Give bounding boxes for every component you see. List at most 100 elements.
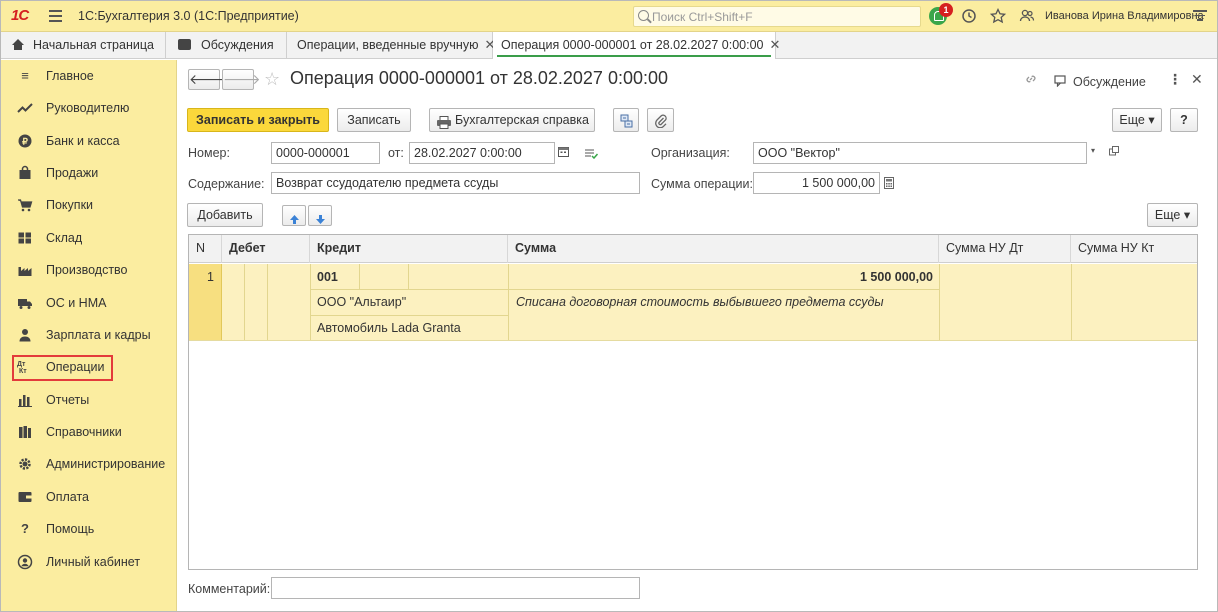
- chat-icon: [178, 39, 191, 50]
- table-more-button[interactable]: Еще ▾: [1147, 203, 1198, 227]
- sidebar-item-fixed-assets[interactable]: ОС и НМА: [1, 291, 177, 315]
- column-header-amount[interactable]: Сумма: [508, 235, 939, 263]
- app-logo[interactable]: 1С: [11, 7, 29, 24]
- calendar-icon[interactable]: [558, 146, 569, 160]
- sidebar-item-warehouse[interactable]: Склад: [1, 226, 177, 250]
- credit-subconto-asset: Автомобиль Lada Granta: [317, 321, 461, 335]
- column-header-debit[interactable]: Дебет: [222, 235, 310, 263]
- arrow-up-icon: [289, 210, 300, 232]
- sidebar-item-label: Личный кабинет: [46, 555, 141, 569]
- close-icon[interactable]: ✕: [770, 32, 781, 58]
- dropdown-arrow-icon[interactable]: ▾: [1091, 146, 1095, 155]
- account-circle-icon: [17, 554, 33, 570]
- table-row[interactable]: 1 001 ООО "Альтаир" Автомобиль Lada Gran…: [189, 264, 1197, 341]
- content-field[interactable]: Возврат ссудодателю предмета ссуды: [271, 172, 640, 194]
- sidebar-item-operations[interactable]: Дт Кт Операции: [1, 355, 177, 381]
- tab-label: Операция 0000-000001 от 28.02.2027 0:00:…: [501, 38, 764, 52]
- column-header-tax-amount-credit[interactable]: Сумма НУ Кт: [1071, 235, 1197, 263]
- discussion-icon[interactable]: [1054, 75, 1068, 90]
- more-actions-icon[interactable]: ⋮: [1168, 71, 1182, 88]
- svg-text:₽: ₽: [22, 137, 28, 147]
- wallet-icon: [17, 489, 33, 505]
- save-and-close-button[interactable]: Записать и закрыть: [187, 108, 329, 132]
- sidebar-item-main[interactable]: ≡ Главное: [1, 64, 177, 88]
- sidebar-item-reports[interactable]: Отчеты: [1, 388, 177, 412]
- sidebar: ≡ Главное Руководителю ₽ Банк и касса Пр…: [1, 60, 177, 611]
- comment-field[interactable]: [271, 577, 640, 599]
- number-field[interactable]: 0000-000001: [271, 142, 380, 164]
- content-label: Содержание:: [188, 177, 265, 191]
- column-header-tax-amount-debit[interactable]: Сумма НУ Дт: [939, 235, 1071, 263]
- settings-menu-icon[interactable]: [1193, 10, 1207, 22]
- accounting-report-button[interactable]: Бухгалтерская справка: [429, 108, 595, 132]
- sidebar-item-label: Зарплата и кадры: [46, 328, 151, 342]
- sidebar-item-manager[interactable]: Руководителю: [1, 96, 177, 120]
- help-button[interactable]: ?: [1170, 108, 1198, 132]
- date-field[interactable]: 28.02.2027 0:00:00: [409, 142, 555, 164]
- organization-label: Организация:: [651, 146, 730, 160]
- discussion-button[interactable]: Обсуждение: [1073, 75, 1146, 89]
- date-list-icon[interactable]: [584, 148, 599, 162]
- column-header-n[interactable]: N: [189, 235, 222, 263]
- favorites-star-icon[interactable]: [989, 7, 1007, 24]
- tab-label: Обсуждения: [201, 38, 274, 52]
- open-icon[interactable]: [1109, 146, 1119, 159]
- more-label: Еще: [1154, 208, 1181, 222]
- amount-field[interactable]: 1 500 000,00: [753, 172, 880, 194]
- accounting-report-label: Бухгалтерская справка: [455, 113, 589, 127]
- organization-field[interactable]: ООО "Вектор": [753, 142, 1087, 164]
- page-title: Операция 0000-000001 от 28.02.2027 0:00:…: [290, 68, 668, 88]
- calculator-icon[interactable]: [884, 177, 894, 192]
- tab-manual-operations[interactable]: Операции, введенные вручную ✕: [287, 32, 495, 59]
- debit-credit-icon: Дт Кт: [17, 361, 27, 375]
- add-row-button[interactable]: Добавить: [187, 203, 263, 227]
- more-button[interactable]: Еще ▾: [1112, 108, 1162, 132]
- entries-table: N Дебет Кредит Сумма Сумма НУ Дт Сумма Н…: [188, 234, 1198, 570]
- sidebar-item-help[interactable]: ? Помощь: [1, 517, 177, 541]
- tab-discussions[interactable]: Обсуждения: [166, 32, 287, 59]
- sidebar-item-directories[interactable]: Справочники: [1, 420, 177, 444]
- number-label: Номер:: [188, 146, 230, 160]
- sidebar-item-administration[interactable]: Администрирование: [1, 452, 177, 476]
- move-down-button[interactable]: [308, 205, 332, 226]
- back-button[interactable]: 🡐: [188, 69, 227, 90]
- save-button[interactable]: Записать: [337, 108, 411, 132]
- sidebar-item-label: Продажи: [46, 166, 99, 180]
- sidebar-item-label: Операции: [46, 360, 105, 374]
- cart-icon: [17, 197, 33, 213]
- link-icon[interactable]: [1024, 72, 1038, 89]
- factory-icon: [17, 262, 33, 278]
- column-header-credit[interactable]: Кредит: [310, 235, 508, 263]
- sidebar-item-bank[interactable]: ₽ Банк и касса: [1, 129, 177, 153]
- sidebar-item-salary[interactable]: Зарплата и кадры: [1, 323, 177, 347]
- tabs-bar: Начальная страница Обсуждения Операции, …: [1, 32, 1217, 59]
- attachments-button[interactable]: [647, 108, 674, 132]
- users-icon[interactable]: [1019, 8, 1035, 24]
- printer-icon: [436, 114, 452, 136]
- sidebar-item-label: ОС и НМА: [46, 296, 107, 310]
- history-clock-icon[interactable]: [961, 8, 977, 24]
- sidebar-item-personal-account[interactable]: Личный кабинет: [1, 550, 177, 574]
- search-box[interactable]: [633, 6, 921, 27]
- bar-chart-icon: [17, 392, 33, 408]
- sidebar-item-sales[interactable]: Продажи: [1, 161, 177, 185]
- gear-icon: [17, 456, 33, 472]
- trend-up-icon: [17, 100, 33, 116]
- favorite-star-icon[interactable]: ☆: [264, 69, 280, 90]
- main-menu-icon[interactable]: [49, 10, 62, 22]
- sidebar-item-purchases[interactable]: Покупки: [1, 193, 177, 217]
- sidebar-item-label: Справочники: [46, 425, 122, 439]
- sidebar-item-label: Банк и касса: [46, 134, 120, 148]
- move-up-button[interactable]: [282, 205, 306, 226]
- structure-document-button[interactable]: [613, 108, 639, 132]
- current-user[interactable]: Иванова Ирина Владимировна: [1045, 10, 1204, 22]
- sidebar-item-production[interactable]: Производство: [1, 258, 177, 282]
- sidebar-item-payment[interactable]: Оплата: [1, 485, 177, 509]
- close-icon[interactable]: ✕: [1191, 71, 1203, 88]
- forward-button[interactable]: 🡒: [222, 69, 261, 90]
- home-icon: [12, 39, 24, 50]
- tab-home[interactable]: Начальная страница: [1, 32, 166, 59]
- tab-operation-document[interactable]: Операция 0000-000001 от 28.02.2027 0:00:…: [493, 32, 780, 59]
- search-input[interactable]: [652, 9, 912, 24]
- sidebar-item-label: Главное: [46, 69, 94, 83]
